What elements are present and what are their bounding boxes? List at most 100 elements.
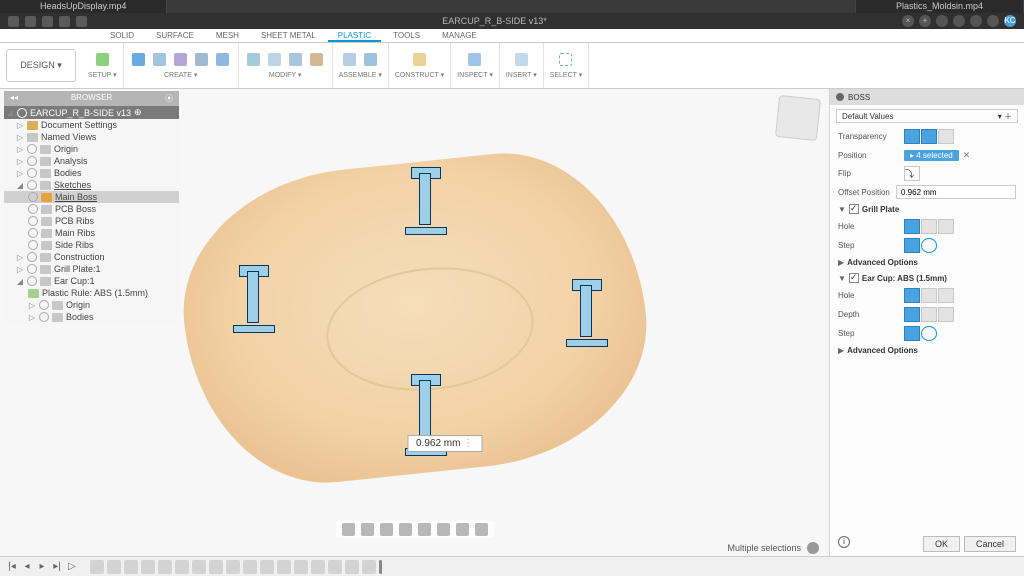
earcup-depth-3[interactable] [938, 307, 954, 322]
node-construction[interactable]: ▷Construction [4, 251, 179, 263]
grid-icon[interactable] [456, 523, 469, 536]
settings-gear-icon[interactable] [807, 542, 819, 554]
grill-hole-2[interactable] [921, 219, 937, 234]
node-named-views[interactable]: ▷Named Views [4, 131, 179, 143]
extensions-icon[interactable] [936, 15, 948, 27]
node-pcb-boss[interactable]: PCB Boss [4, 203, 179, 215]
display-icon[interactable] [437, 523, 450, 536]
panel-header[interactable]: BOSS [830, 89, 1024, 105]
timeline-feature[interactable] [311, 560, 325, 574]
orbit-icon[interactable] [342, 523, 355, 536]
boss-feature-right[interactable] [560, 275, 612, 355]
window-tab-1[interactable]: HeadsUpDisplay.mp4 [0, 0, 167, 13]
timeline-feature[interactable] [124, 560, 138, 574]
tab-solid[interactable]: SOLID [100, 29, 144, 42]
timeline-start-icon[interactable]: |◂ [6, 561, 18, 573]
section-grill-adv[interactable]: ▶Advanced Options [830, 255, 1024, 270]
node-doc-settings[interactable]: ▷Document Settings [4, 119, 179, 131]
joint-icon[interactable] [341, 48, 359, 70]
transparency-opt-3[interactable] [938, 129, 954, 144]
preset-combo[interactable]: Default Values▾ ＋ [836, 109, 1018, 123]
hole-tool-icon[interactable] [193, 48, 211, 70]
help-icon[interactable] [987, 15, 999, 27]
earcup-hole-1[interactable] [904, 288, 920, 303]
grill-hole-1[interactable] [904, 219, 920, 234]
section-earcup-adv[interactable]: ▶Advanced Options [830, 343, 1024, 358]
grill-step-1[interactable] [904, 238, 920, 253]
earcup-depth-2[interactable] [921, 307, 937, 322]
node-sketches[interactable]: ◢Sketches [4, 179, 179, 191]
setup-icon[interactable] [93, 48, 111, 70]
pan-icon[interactable] [380, 523, 393, 536]
shell-icon[interactable] [266, 48, 284, 70]
dimension-input[interactable]: 0.962 mm ⋮ [407, 435, 482, 452]
zoom-icon[interactable] [399, 523, 412, 536]
window-tab-active[interactable] [167, 0, 856, 13]
timeline-end-icon[interactable]: ▸| [51, 561, 63, 573]
node-origin-2[interactable]: ▷Origin [4, 299, 179, 311]
timeline-marker[interactable] [379, 560, 382, 574]
add-tab-icon[interactable]: + [919, 15, 931, 27]
select-icon[interactable] [557, 48, 575, 70]
offset-input[interactable] [896, 185, 1016, 199]
rib-tool-icon[interactable] [151, 48, 169, 70]
timeline-feature[interactable] [158, 560, 172, 574]
transparency-opt-2[interactable] [921, 129, 937, 144]
timeline-feature[interactable] [192, 560, 206, 574]
boss-tool-icon[interactable] [130, 48, 148, 70]
qat-grid-icon[interactable] [8, 16, 19, 27]
timeline-feature[interactable] [260, 560, 274, 574]
node-origin[interactable]: ▷Origin [4, 143, 179, 155]
timeline-feature[interactable] [345, 560, 359, 574]
tab-tools[interactable]: TOOLS [383, 29, 430, 42]
timeline-feature[interactable] [90, 560, 104, 574]
thicken-icon[interactable] [245, 48, 263, 70]
notifications-icon[interactable] [953, 15, 965, 27]
qat-save-icon[interactable] [42, 16, 53, 27]
grill-checkbox[interactable] [849, 204, 859, 214]
insert-icon[interactable] [512, 48, 530, 70]
node-grill-plate[interactable]: ▷Grill Plate:1 [4, 263, 179, 275]
timeline-feature[interactable] [362, 560, 376, 574]
position-selection[interactable]: ▸ 4 selected [904, 150, 959, 161]
timeline-feature[interactable] [141, 560, 155, 574]
timeline-feature[interactable] [226, 560, 240, 574]
timeline-feature[interactable] [107, 560, 121, 574]
tab-surface[interactable]: SURFACE [146, 29, 204, 42]
node-bodies[interactable]: ▷Bodies [4, 167, 179, 179]
timeline-back-icon[interactable]: ◂ [21, 561, 33, 573]
earcup-hole-2[interactable] [921, 288, 937, 303]
node-plastic-rule[interactable]: Plastic Rule: ABS (1.5mm) [4, 287, 179, 299]
node-bodies-2[interactable]: ▷Bodies [4, 311, 179, 323]
timeline-feature[interactable] [243, 560, 257, 574]
qat-undo-icon[interactable] [59, 16, 70, 27]
measure-icon[interactable] [466, 48, 484, 70]
jobs-icon[interactable] [970, 15, 982, 27]
boss-feature-top[interactable] [399, 163, 451, 243]
node-root[interactable]: ◢EARCUP_R_B-SIDE v13⊕ [4, 106, 179, 119]
lattice-tool-icon[interactable] [214, 48, 232, 70]
grill-step-none[interactable] [921, 238, 937, 253]
transparency-opt-1[interactable] [904, 129, 920, 144]
qat-file-icon[interactable] [25, 16, 36, 27]
grill-hole-3[interactable] [938, 219, 954, 234]
timeline-feature[interactable] [175, 560, 189, 574]
node-main-ribs[interactable]: Main Ribs [4, 227, 179, 239]
viewports-icon[interactable] [475, 523, 488, 536]
timeline-fwd-icon[interactable]: ▸ [36, 561, 48, 573]
timeline-feature[interactable] [277, 560, 291, 574]
clear-selection-icon[interactable]: ✕ [963, 150, 971, 161]
look-icon[interactable] [361, 523, 374, 536]
qat-redo-icon[interactable] [76, 16, 87, 27]
section-earcup[interactable]: ▼Ear Cup: ABS (1.5mm) [830, 270, 1024, 286]
node-pcb-ribs[interactable]: PCB Ribs [4, 215, 179, 227]
asbuilt-icon[interactable] [362, 48, 380, 70]
draft-icon[interactable] [287, 48, 305, 70]
timeline-feature[interactable] [328, 560, 342, 574]
info-icon[interactable]: i [838, 536, 850, 548]
ok-button[interactable]: OK [923, 536, 960, 552]
earcup-hole-3[interactable] [938, 288, 954, 303]
earcup-step-1[interactable] [904, 326, 920, 341]
earcup-checkbox[interactable] [849, 273, 859, 283]
timeline-feature[interactable] [294, 560, 308, 574]
